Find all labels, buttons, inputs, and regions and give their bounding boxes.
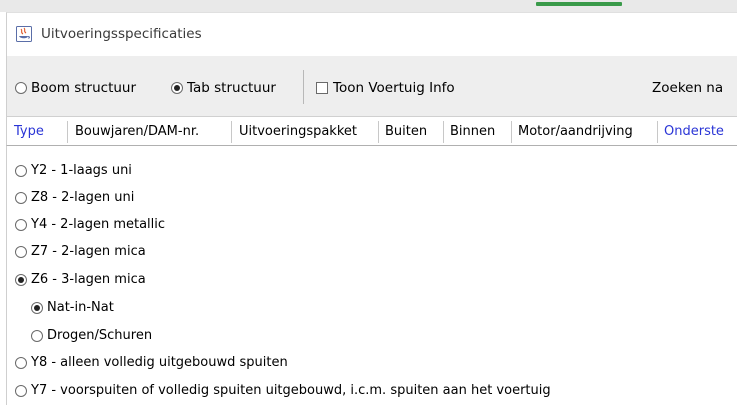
- java-app-icon: [16, 26, 32, 42]
- title-bar: Uitvoeringsspecificaties: [6, 12, 737, 56]
- tab-construction-years[interactable]: Bouwjaren/DAM-nr.: [75, 117, 199, 145]
- suboption-wet-on-wet[interactable]: Nat-in-Nat: [31, 300, 114, 315]
- option-z8-label: Z8 - 2-lagen uni: [31, 190, 135, 205]
- option-z6-label: Z6 - 3-lagen mica: [31, 272, 146, 287]
- suboption-dry-sand[interactable]: Drogen/Schuren: [31, 328, 152, 343]
- tab-engine-drive[interactable]: Motor/aandrijving: [518, 117, 633, 145]
- suboption-wet-on-wet-label: Nat-in-Nat: [47, 300, 114, 315]
- option-y2-label: Y2 - 1-laags uni: [31, 163, 132, 178]
- option-y7-label: Y7 - voorspuiten of volledig spuiten uit…: [31, 383, 551, 398]
- option-y8-radio[interactable]: [15, 356, 27, 369]
- suboption-dry-sand-label: Drogen/Schuren: [47, 328, 153, 343]
- tree-structure-label: Boom structuur: [31, 80, 137, 96]
- option-y4[interactable]: Y4 - 2-lagen metallic: [15, 217, 165, 232]
- tab-divider: [378, 121, 379, 143]
- search-label: Zoeken na: [652, 80, 724, 96]
- app-window: Uitvoeringsspecificaties Boom structuur …: [0, 0, 737, 405]
- background-progress-bar: [536, 2, 622, 6]
- toolbar: Boom structuur Tab structuur Toon Voertu…: [6, 56, 737, 116]
- suboption-dry-sand-radio[interactable]: [31, 329, 43, 342]
- tab-type[interactable]: Type: [14, 117, 44, 145]
- tab-structure-label: Tab structuur: [187, 80, 276, 96]
- option-y8-label: Y8 - alleen volledig uitgebouwd spuiten: [31, 355, 288, 370]
- option-y2[interactable]: Y2 - 1-laags uni: [15, 163, 132, 178]
- option-z7[interactable]: Z7 - 2-lagen mica: [15, 244, 146, 259]
- option-y2-radio[interactable]: [15, 164, 27, 177]
- option-z6-radio[interactable]: [15, 273, 27, 286]
- suboption-wet-on-wet-radio[interactable]: [31, 301, 43, 314]
- show-vehicle-info-checkbox-box[interactable]: [316, 82, 328, 94]
- option-y7-radio[interactable]: [15, 384, 27, 397]
- option-z6[interactable]: Z6 - 3-lagen mica: [15, 272, 146, 287]
- tab-underside[interactable]: Onderste: [664, 117, 724, 145]
- option-y4-radio[interactable]: [15, 218, 27, 231]
- search-label-wrap: Zoeken na: [652, 80, 723, 96]
- tab-divider: [443, 121, 444, 143]
- tab-interior[interactable]: Binnen: [450, 117, 495, 145]
- option-y7[interactable]: Y7 - voorspuiten of volledig spuiten uit…: [15, 383, 551, 398]
- option-y8[interactable]: Y8 - alleen volledig uitgebouwd spuiten: [15, 355, 288, 370]
- tab-structure-radio-button[interactable]: [171, 82, 183, 94]
- toolbar-separator: [303, 70, 304, 104]
- tab-exterior[interactable]: Buiten: [385, 117, 427, 145]
- option-y4-label: Y4 - 2-lagen metallic: [31, 217, 166, 232]
- show-vehicle-info-checkbox[interactable]: Toon Voertuig Info: [316, 80, 455, 96]
- show-vehicle-info-label: Toon Voertuig Info: [333, 80, 455, 96]
- tab-divider: [67, 121, 68, 143]
- option-z7-label: Z7 - 2-lagen mica: [31, 244, 146, 259]
- tab-divider: [657, 121, 658, 143]
- option-z7-radio[interactable]: [15, 245, 27, 258]
- tab-divider: [511, 121, 512, 143]
- background-window-strip: [0, 0, 737, 12]
- option-z8[interactable]: Z8 - 2-lagen uni: [15, 190, 134, 205]
- tab-structure-radio[interactable]: Tab structuur: [171, 80, 276, 96]
- option-z8-radio[interactable]: [15, 191, 27, 204]
- tab-divider: [231, 121, 232, 143]
- tree-structure-radio-button[interactable]: [15, 82, 27, 94]
- tab-bar: Type Bouwjaren/DAM-nr. Uitvoeringspakket…: [6, 116, 737, 146]
- tab-trim-package[interactable]: Uitvoeringspakket: [239, 117, 357, 145]
- window-title: Uitvoeringsspecificaties: [41, 26, 202, 42]
- paint-type-options: Y2 - 1-laags uni Z8 - 2-lagen uni Y4 - 2…: [6, 146, 737, 405]
- tree-structure-radio[interactable]: Boom structuur: [15, 80, 136, 96]
